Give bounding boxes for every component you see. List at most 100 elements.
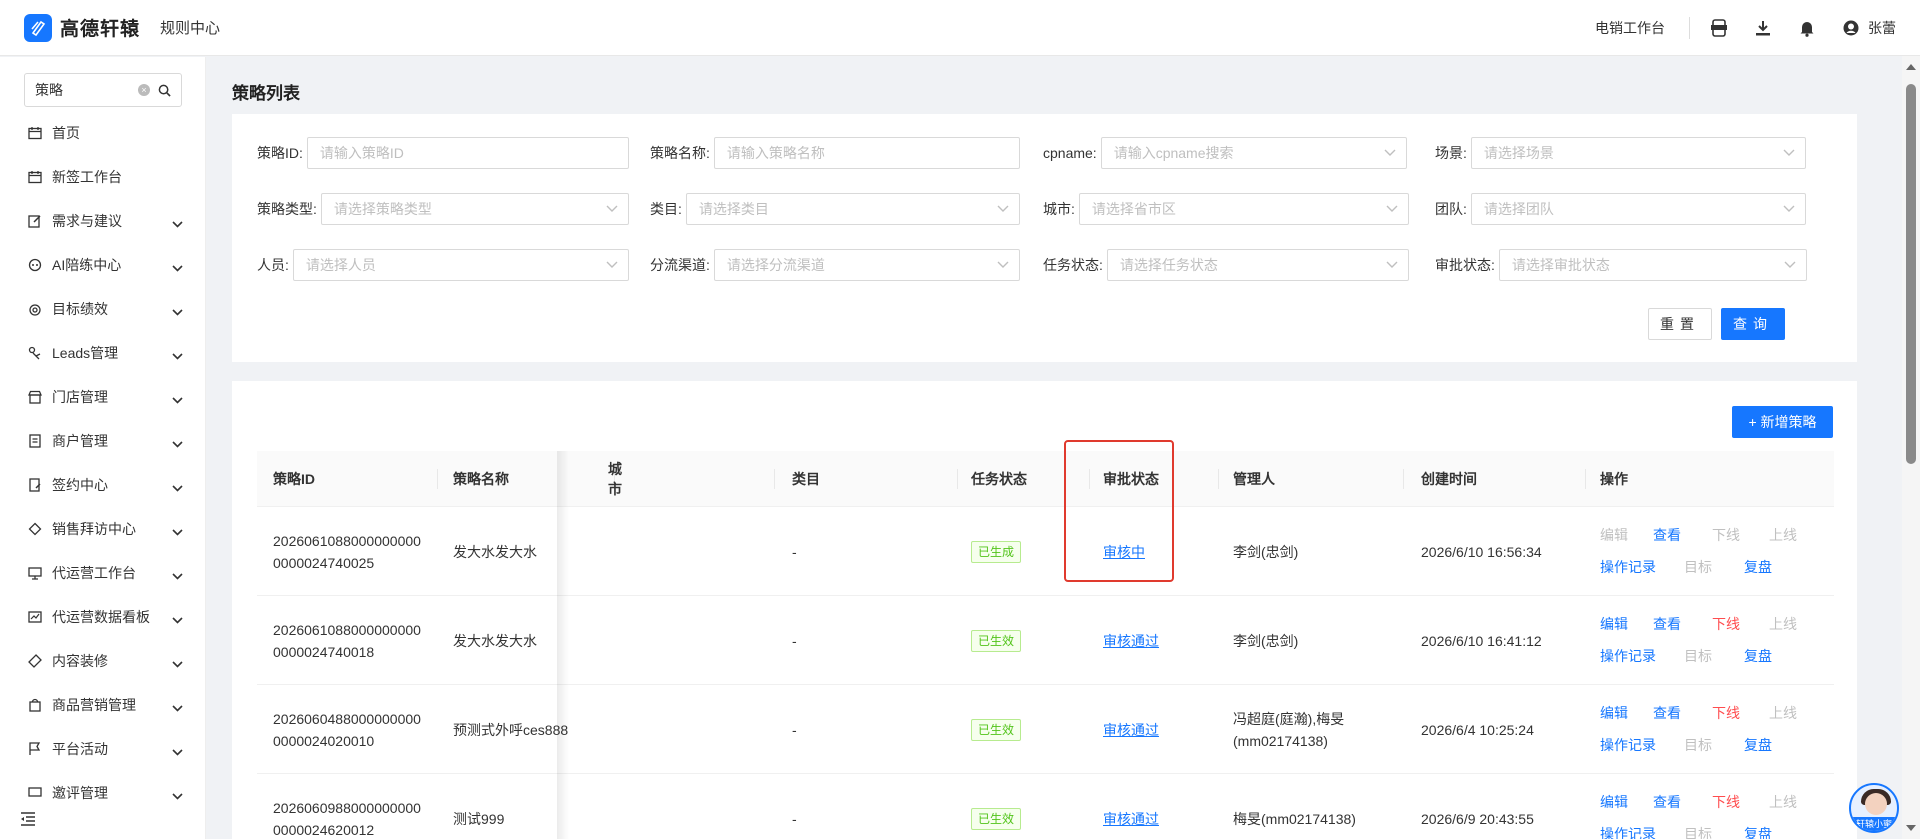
add-strategy-button[interactable]: + 新增策略: [1732, 406, 1833, 438]
clear-icon[interactable]: ×: [138, 84, 150, 96]
chevron-down-icon[interactable]: [172, 611, 183, 627]
query-button[interactable]: 查询: [1721, 308, 1785, 340]
category-select[interactable]: 请选择类目: [685, 193, 1020, 225]
chevron-down-icon[interactable]: [172, 787, 183, 803]
chevron-down-icon[interactable]: [172, 303, 183, 319]
cpname-select[interactable]: 请输入cpname搜索: [1100, 137, 1407, 169]
edit-link[interactable]: 编辑: [1600, 614, 1628, 634]
scrollbar-thumb[interactable]: [1906, 84, 1916, 464]
reset-button[interactable]: 重置: [1648, 308, 1712, 340]
brand-name[interactable]: 高德轩辕: [60, 14, 140, 41]
workspace-switch[interactable]: 电销工作台: [1595, 18, 1665, 38]
review-link[interactable]: 复盘: [1744, 735, 1772, 755]
chevron-down-icon[interactable]: [172, 523, 183, 539]
chevron-down-icon[interactable]: [172, 743, 183, 759]
channel-select[interactable]: 请选择分流渠道: [713, 249, 1020, 281]
city-select[interactable]: 请选择省市区: [1078, 193, 1409, 225]
search-icon[interactable]: [158, 84, 171, 97]
operation-log-link[interactable]: 操作记录: [1600, 735, 1656, 755]
bell-icon[interactable]: [1796, 17, 1818, 39]
offline-link[interactable]: 下线: [1712, 703, 1740, 723]
offline-link[interactable]: 下线: [1712, 525, 1740, 545]
filter-label: 场景:: [1435, 145, 1467, 161]
view-link[interactable]: 查看: [1653, 614, 1681, 634]
online-link[interactable]: 上线: [1769, 792, 1797, 812]
sidebar-item[interactable]: 商户管理: [0, 419, 205, 463]
chevron-down-icon[interactable]: [172, 215, 183, 231]
collapse-menu-icon[interactable]: [20, 812, 36, 829]
user-name[interactable]: 张蕾: [1868, 18, 1896, 38]
review-link[interactable]: 复盘: [1744, 557, 1772, 577]
online-link[interactable]: 上线: [1769, 614, 1797, 634]
chevron-down-icon[interactable]: [172, 699, 183, 715]
user-avatar-icon[interactable]: [1840, 17, 1862, 39]
approval-status-select[interactable]: 请选择审批状态: [1498, 249, 1807, 281]
sidebar-item[interactable]: AI陪练中心: [0, 243, 205, 287]
sidebar: 策略 × 首页 新签工作台 需求与建议 AI陪练中心 目标绩效 Leads管理 门店管理 商户…: [0, 57, 206, 839]
strategy-type-select[interactable]: 请选择策略类型: [320, 193, 629, 225]
offline-link[interactable]: 下线: [1712, 614, 1740, 634]
online-link[interactable]: 上线: [1769, 525, 1797, 545]
target-link[interactable]: 目标: [1684, 646, 1712, 666]
sidebar-item[interactable]: 商品营销管理: [0, 683, 205, 727]
online-link[interactable]: 上线: [1769, 703, 1797, 723]
chevron-down-icon[interactable]: [172, 259, 183, 275]
person-select[interactable]: 请选择人员: [292, 249, 629, 281]
chevron-down-icon[interactable]: [172, 567, 183, 583]
approval-status-link[interactable]: 审核通过: [1103, 719, 1159, 741]
sidebar-item[interactable]: 首页: [0, 111, 205, 155]
sidebar-item[interactable]: 新签工作台: [0, 155, 205, 199]
chevron-down-icon[interactable]: [172, 479, 183, 495]
approval-status-link[interactable]: 审核通过: [1103, 808, 1159, 830]
sidebar-item[interactable]: 代运营数据看板: [0, 595, 205, 639]
cell-manager: 李剑(忠剑): [1233, 596, 1298, 685]
scene-select[interactable]: 请选择场景: [1470, 137, 1806, 169]
view-link[interactable]: 查看: [1653, 703, 1681, 723]
view-link[interactable]: 查看: [1653, 525, 1681, 545]
scroll-up-arrow[interactable]: [1906, 64, 1916, 70]
chevron-down-icon[interactable]: [172, 391, 183, 407]
sidebar-item[interactable]: 需求与建议: [0, 199, 205, 243]
task-status-select[interactable]: 请选择任务状态: [1106, 249, 1409, 281]
offline-link[interactable]: 下线: [1712, 792, 1740, 812]
menu-search-input[interactable]: 策略 ×: [24, 73, 182, 107]
operation-log-link[interactable]: 操作记录: [1600, 646, 1656, 666]
sidebar-item[interactable]: 平台活动: [0, 727, 205, 771]
app-download-icon[interactable]: [1708, 17, 1730, 39]
sidebar-item-label: 内容装修: [52, 653, 108, 669]
sidebar-item[interactable]: 门店管理: [0, 375, 205, 419]
team-select[interactable]: 请选择团队: [1470, 193, 1806, 225]
edit-link[interactable]: 编辑: [1600, 525, 1628, 545]
chevron-down-icon[interactable]: [172, 435, 183, 451]
ai-assistant-button[interactable]: 轩辕小蜜: [1849, 783, 1899, 833]
brand-logo-icon[interactable]: [24, 13, 52, 42]
strategy-id-input[interactable]: 请输入策略ID: [306, 137, 629, 169]
sidebar-item[interactable]: 邀评管理: [0, 771, 205, 815]
operation-log-link[interactable]: 操作记录: [1600, 824, 1656, 839]
sidebar-item[interactable]: 销售拜访中心: [0, 507, 205, 551]
review-link[interactable]: 复盘: [1744, 824, 1772, 839]
menu-search-value[interactable]: 策略: [35, 80, 138, 100]
module-name[interactable]: 规则中心: [160, 17, 220, 38]
sidebar-item[interactable]: 代运营工作台: [0, 551, 205, 595]
sidebar-item[interactable]: Leads管理: [0, 331, 205, 375]
edit-link[interactable]: 编辑: [1600, 792, 1628, 812]
edit-link[interactable]: 编辑: [1600, 703, 1628, 723]
view-link[interactable]: 查看: [1653, 792, 1681, 812]
sidebar-item[interactable]: 签约中心: [0, 463, 205, 507]
download-icon[interactable]: [1752, 17, 1774, 39]
operation-log-link[interactable]: 操作记录: [1600, 557, 1656, 577]
sidebar-item[interactable]: 内容装修: [0, 639, 205, 683]
target-link[interactable]: 目标: [1684, 557, 1712, 577]
approval-status-link[interactable]: 审核通过: [1103, 630, 1159, 652]
column-header: 策略名称: [453, 471, 509, 487]
target-link[interactable]: 目标: [1684, 824, 1712, 839]
review-link[interactable]: 复盘: [1744, 646, 1772, 666]
chevron-down-icon[interactable]: [172, 347, 183, 363]
sidebar-item[interactable]: 目标绩效: [0, 287, 205, 331]
strategy-name-input[interactable]: 请输入策略名称: [713, 137, 1020, 169]
chevron-down-icon[interactable]: [172, 655, 183, 671]
scroll-down-arrow[interactable]: [1906, 825, 1916, 831]
target-link[interactable]: 目标: [1684, 735, 1712, 755]
page-scrollbar[interactable]: [1902, 56, 1920, 839]
